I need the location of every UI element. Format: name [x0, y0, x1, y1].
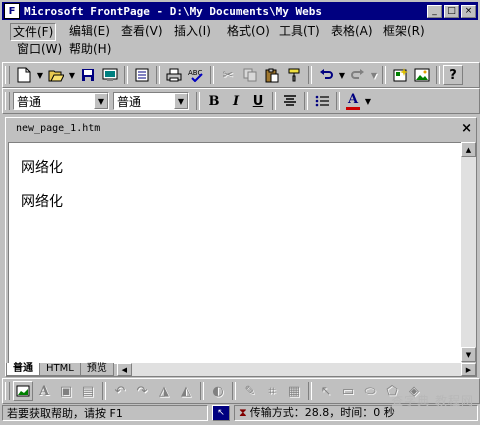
- paragraph[interactable]: 网络化: [21, 191, 63, 211]
- tab-preview[interactable]: 预览: [79, 363, 114, 376]
- minimize-button[interactable]: _: [427, 4, 442, 18]
- menu-table[interactable]: 表格(A): [328, 23, 376, 39]
- rotate-left-icon[interactable]: ↶: [109, 380, 131, 402]
- font-color-button[interactable]: A: [343, 90, 363, 112]
- bold-button[interactable]: B: [203, 90, 225, 112]
- redo-icon[interactable]: [347, 64, 369, 86]
- chevron-down-icon[interactable]: ▼: [94, 93, 108, 109]
- menu-insert[interactable]: 插入(I): [171, 23, 214, 39]
- menu-bar: 文件(F) 编辑(E) 查看(V) 插入(I) 格式(O) 工具(T) 表格(A…: [2, 22, 478, 60]
- rotate-right-icon[interactable]: ↷: [131, 380, 153, 402]
- menu-help[interactable]: 帮助(H): [66, 41, 114, 57]
- menu-edit[interactable]: 编辑(E): [66, 23, 113, 39]
- window-title: Microsoft FrontPage - D:\My Documents\My…: [24, 4, 323, 18]
- ellipse-icon[interactable]: ⬭: [359, 380, 381, 402]
- view-tabs: 普通 HTML 预览 ◀ ▶: [6, 362, 476, 376]
- formatting-toolbar: 普通 ▼ 普通 ▼ B I U A ▼: [2, 88, 480, 114]
- open-dropdown-arrow[interactable]: ▼: [67, 64, 77, 86]
- text-icon[interactable]: A: [33, 380, 55, 402]
- insert-picture-icon[interactable]: [411, 64, 433, 86]
- style-value: 普通: [17, 94, 42, 109]
- help-icon[interactable]: ?: [443, 65, 463, 85]
- document-tab[interactable]: new_page_1.htm: [16, 123, 100, 134]
- color-icon[interactable]: ▦: [283, 380, 305, 402]
- save-icon[interactable]: [77, 64, 99, 86]
- scroll-track[interactable]: [132, 363, 461, 376]
- select-arrow-icon[interactable]: ↖: [315, 380, 337, 402]
- title-bar: F Microsoft FrontPage - D:\My Documents\…: [2, 2, 478, 20]
- copy-icon[interactable]: ▣: [55, 380, 77, 402]
- contrast-icon[interactable]: ◐: [207, 380, 229, 402]
- font-color-swatch: [346, 106, 360, 110]
- font-color-dropdown-arrow[interactable]: ▼: [363, 90, 373, 112]
- redo-dropdown-arrow[interactable]: ▼: [369, 64, 379, 86]
- page-editor[interactable]: 网络化 网络化: [8, 142, 462, 364]
- frontpage-app-icon[interactable]: F: [4, 3, 20, 19]
- web-component-icon[interactable]: [389, 64, 411, 86]
- document-window: new_page_1.htm × 网络化 网络化 ▲ ▼ 普通 HTML 预览 …: [5, 117, 477, 377]
- bullets-icon[interactable]: [311, 90, 333, 112]
- horizontal-scrollbar[interactable]: ◀ ▶: [116, 363, 476, 376]
- copy-icon[interactable]: [239, 64, 261, 86]
- font-value: 普通: [117, 94, 142, 109]
- menu-format[interactable]: 格式(O): [224, 23, 273, 39]
- undo-icon[interactable]: [315, 64, 337, 86]
- cut-icon[interactable]: ✂: [217, 64, 239, 86]
- close-button[interactable]: ×: [461, 4, 476, 18]
- tab-html[interactable]: HTML: [39, 363, 81, 376]
- paragraph[interactable]: 网络化: [21, 157, 63, 177]
- status-transfer-text: 传输方式：28.8，时间：0 秒: [249, 406, 395, 419]
- crop-icon[interactable]: ⌗: [261, 380, 283, 402]
- spelling-icon[interactable]: ABC: [185, 64, 207, 86]
- underline-button[interactable]: U: [247, 90, 269, 112]
- publish-icon[interactable]: [99, 64, 121, 86]
- pencil-icon[interactable]: ✎: [239, 380, 261, 402]
- scroll-up-icon[interactable]: ▲: [461, 142, 476, 157]
- menu-window[interactable]: 窗口(W): [14, 41, 65, 57]
- scroll-track[interactable]: [461, 157, 476, 347]
- hourglass-icon: ⧗: [239, 406, 247, 419]
- menu-tools[interactable]: 工具(T): [276, 23, 323, 39]
- new-page-icon[interactable]: [13, 64, 35, 86]
- scroll-left-icon[interactable]: ◀: [116, 363, 132, 376]
- format-painter-icon[interactable]: [283, 64, 305, 86]
- layers-icon[interactable]: ▤: [77, 380, 99, 402]
- watermark: 查字典 教程网: [391, 394, 474, 408]
- scroll-down-icon[interactable]: ▼: [461, 347, 476, 362]
- standard-toolbar: ▼ ▼ ABC ✂ ▼ ▼ ?: [2, 62, 480, 88]
- flip-vertical-icon[interactable]: ◭: [175, 380, 197, 402]
- maximize-button[interactable]: □: [444, 4, 459, 18]
- document-tab-bar: new_page_1.htm ×: [6, 118, 476, 142]
- status-help-text: 若要获取帮助，请按 F1: [2, 405, 208, 421]
- undo-dropdown-arrow[interactable]: ▼: [337, 64, 347, 86]
- menu-view[interactable]: 查看(V): [118, 23, 166, 39]
- menu-file[interactable]: 文件(F): [10, 23, 57, 41]
- net-indicator-icon: ↖: [212, 405, 230, 421]
- insert-picture-icon[interactable]: [13, 381, 33, 401]
- toolbar-grip[interactable]: [5, 382, 10, 400]
- new-dropdown-arrow[interactable]: ▼: [35, 64, 45, 86]
- toolbar-grip[interactable]: [5, 66, 10, 84]
- open-icon[interactable]: [45, 64, 67, 86]
- scroll-right-icon[interactable]: ▶: [461, 363, 476, 376]
- toolbar-grip[interactable]: [5, 92, 10, 110]
- style-dropdown[interactable]: 普通 ▼: [13, 92, 109, 110]
- folder-list-icon[interactable]: [131, 64, 153, 86]
- document-close-button[interactable]: ×: [461, 121, 472, 136]
- vertical-scrollbar[interactable]: ▲ ▼: [461, 142, 476, 362]
- menu-frames[interactable]: 框架(R): [380, 23, 428, 39]
- rectangle-icon[interactable]: ▭: [337, 380, 359, 402]
- italic-button[interactable]: I: [225, 90, 247, 112]
- chevron-down-icon[interactable]: ▼: [174, 93, 188, 109]
- font-dropdown[interactable]: 普通 ▼: [113, 92, 189, 110]
- tab-normal[interactable]: 普通: [6, 363, 40, 376]
- align-center-icon[interactable]: [279, 90, 301, 112]
- font-color-letter: A: [347, 91, 359, 107]
- paste-icon[interactable]: [261, 64, 283, 86]
- print-icon[interactable]: [163, 64, 185, 86]
- flip-horizontal-icon[interactable]: ◮: [153, 380, 175, 402]
